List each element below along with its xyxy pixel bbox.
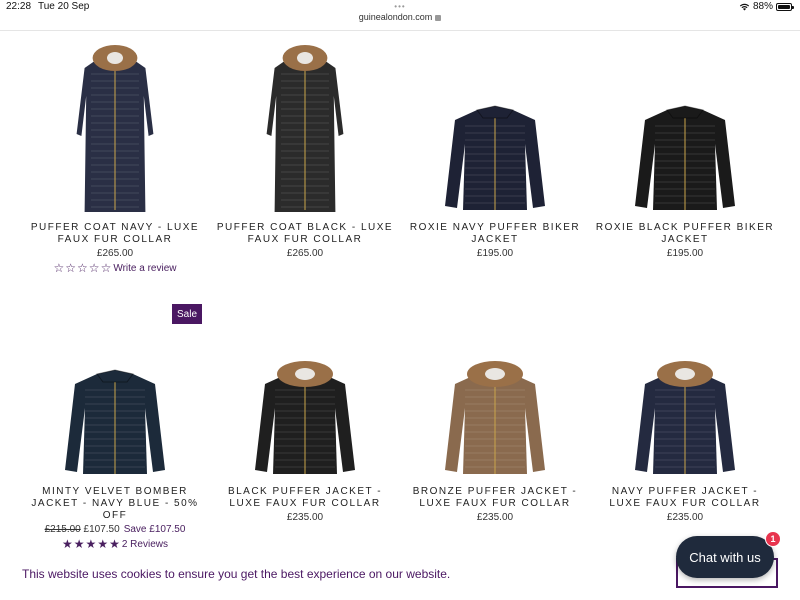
original-price: £215.00	[44, 524, 81, 535]
review-line[interactable]: ☆ ☆ ☆ ☆ ☆ Write a review	[20, 261, 210, 275]
star-empty-icon: ☆	[65, 261, 77, 275]
review-link[interactable]: 2 Reviews	[122, 539, 168, 550]
product-title[interactable]: MINTY VELVET BOMBER JACKET - NAVY BLUE -…	[20, 486, 210, 522]
product-card[interactable]: NAVY PUFFER JACKET - LUXE FAUX FUR COLLA…	[590, 300, 780, 564]
star-empty-icon: ☆	[53, 261, 65, 275]
current-price: £195.00	[476, 248, 514, 259]
star-filled-icon: ★	[109, 537, 120, 551]
rating-stars: ★ ★ ★ ★ ★	[62, 537, 120, 551]
product-image[interactable]	[445, 360, 545, 478]
review-line[interactable]: ★ ★ ★ ★ ★ 2 Reviews	[20, 537, 210, 551]
product-price: £215.00 £107.50 Save £107.50	[20, 524, 210, 535]
divider	[0, 30, 800, 31]
chat-notification-badge: 1	[765, 531, 781, 547]
product-row: PUFFER COAT NAVY - LUXE FAUX FUR COLLAR £…	[20, 36, 780, 300]
cookie-banner-text: This website uses cookies to ensure you …	[22, 567, 451, 581]
product-card[interactable]: ROXIE BLACK PUFFER BIKER JACKET £195.00	[590, 36, 780, 300]
product-image-wrap[interactable]	[20, 36, 210, 214]
product-title[interactable]: PUFFER COAT NAVY - LUXE FAUX FUR COLLAR	[20, 222, 210, 246]
product-price: £265.00	[210, 248, 400, 259]
product-image[interactable]	[265, 44, 345, 214]
product-card[interactable]: BRONZE PUFFER JACKET - LUXE FAUX FUR COL…	[400, 300, 590, 564]
product-title[interactable]: NAVY PUFFER JACKET - LUXE FAUX FUR COLLA…	[590, 486, 780, 510]
product-image[interactable]	[255, 360, 355, 478]
review-link[interactable]: Write a review	[113, 263, 176, 274]
sale-badge: Sale	[172, 304, 202, 324]
star-filled-icon: ★	[62, 537, 73, 551]
product-card[interactable]: ROXIE NAVY PUFFER BIKER JACKET £195.00	[400, 36, 590, 300]
product-price: £235.00	[210, 512, 400, 523]
product-price: £195.00	[400, 248, 590, 259]
star-filled-icon: ★	[85, 537, 97, 551]
product-image-wrap[interactable]	[400, 36, 590, 214]
product-image[interactable]	[635, 360, 735, 478]
rating-stars: ☆ ☆ ☆ ☆ ☆	[54, 261, 112, 275]
product-image-wrap[interactable]	[590, 36, 780, 214]
product-title[interactable]: PUFFER COAT BLACK - LUXE FAUX FUR COLLAR	[210, 222, 400, 246]
save-amount: Save £107.50	[123, 524, 186, 535]
product-image-wrap[interactable]	[400, 300, 590, 478]
address-bar[interactable]: ••• guinealondon.com	[0, 3, 800, 22]
product-price: £195.00	[590, 248, 780, 259]
current-price: £235.00	[666, 512, 704, 523]
current-price: £265.00	[286, 248, 324, 259]
product-card[interactable]: PUFFER COAT NAVY - LUXE FAUX FUR COLLAR £…	[20, 36, 210, 300]
product-title[interactable]: ROXIE BLACK PUFFER BIKER JACKET	[590, 222, 780, 246]
product-grid: PUFFER COAT NAVY - LUXE FAUX FUR COLLAR £…	[20, 36, 780, 564]
product-price: £235.00	[400, 512, 590, 523]
product-image-wrap[interactable]	[590, 300, 780, 478]
product-title[interactable]: ROXIE NAVY PUFFER BIKER JACKET	[400, 222, 590, 246]
current-price: £195.00	[666, 248, 704, 259]
lock-icon	[435, 14, 442, 21]
product-image-wrap[interactable]	[210, 36, 400, 214]
product-row: MINTY VELVET BOMBER JACKET - NAVY BLUE -…	[20, 300, 780, 564]
chat-label: Chat with us	[689, 549, 761, 565]
product-image[interactable]	[445, 96, 545, 214]
current-price: £235.00	[286, 512, 324, 523]
star-filled-icon: ★	[73, 537, 85, 551]
product-title[interactable]: BRONZE PUFFER JACKET - LUXE FAUX FUR COL…	[400, 486, 590, 510]
product-card[interactable]: MINTY VELVET BOMBER JACKET - NAVY BLUE -…	[20, 300, 210, 564]
chat-button[interactable]: Chat with us	[676, 536, 774, 578]
product-title[interactable]: BLACK PUFFER JACKET - LUXE FAUX FUR COLL…	[210, 486, 400, 510]
tab-dots-icon[interactable]: •••	[0, 3, 800, 12]
product-card[interactable]: PUFFER COAT BLACK - LUXE FAUX FUR COLLAR…	[210, 36, 400, 300]
product-image[interactable]	[635, 96, 735, 214]
product-image-wrap[interactable]	[20, 300, 210, 478]
star-filled-icon: ★	[97, 537, 109, 551]
current-price: £107.50	[83, 524, 120, 535]
star-empty-icon: ☆	[77, 261, 88, 275]
star-empty-icon: ☆	[100, 261, 112, 275]
url-text[interactable]: guinealondon.com	[359, 12, 433, 22]
product-card[interactable]: BLACK PUFFER JACKET - LUXE FAUX FUR COLL…	[210, 300, 400, 564]
product-price: £265.00	[20, 248, 210, 259]
star-empty-icon: ☆	[88, 261, 100, 275]
product-image[interactable]	[75, 44, 155, 214]
product-image-wrap[interactable]	[210, 300, 400, 478]
current-price: £265.00	[96, 248, 134, 259]
product-price: £235.00	[590, 512, 780, 523]
current-price: £235.00	[476, 512, 514, 523]
product-image[interactable]	[65, 360, 165, 478]
